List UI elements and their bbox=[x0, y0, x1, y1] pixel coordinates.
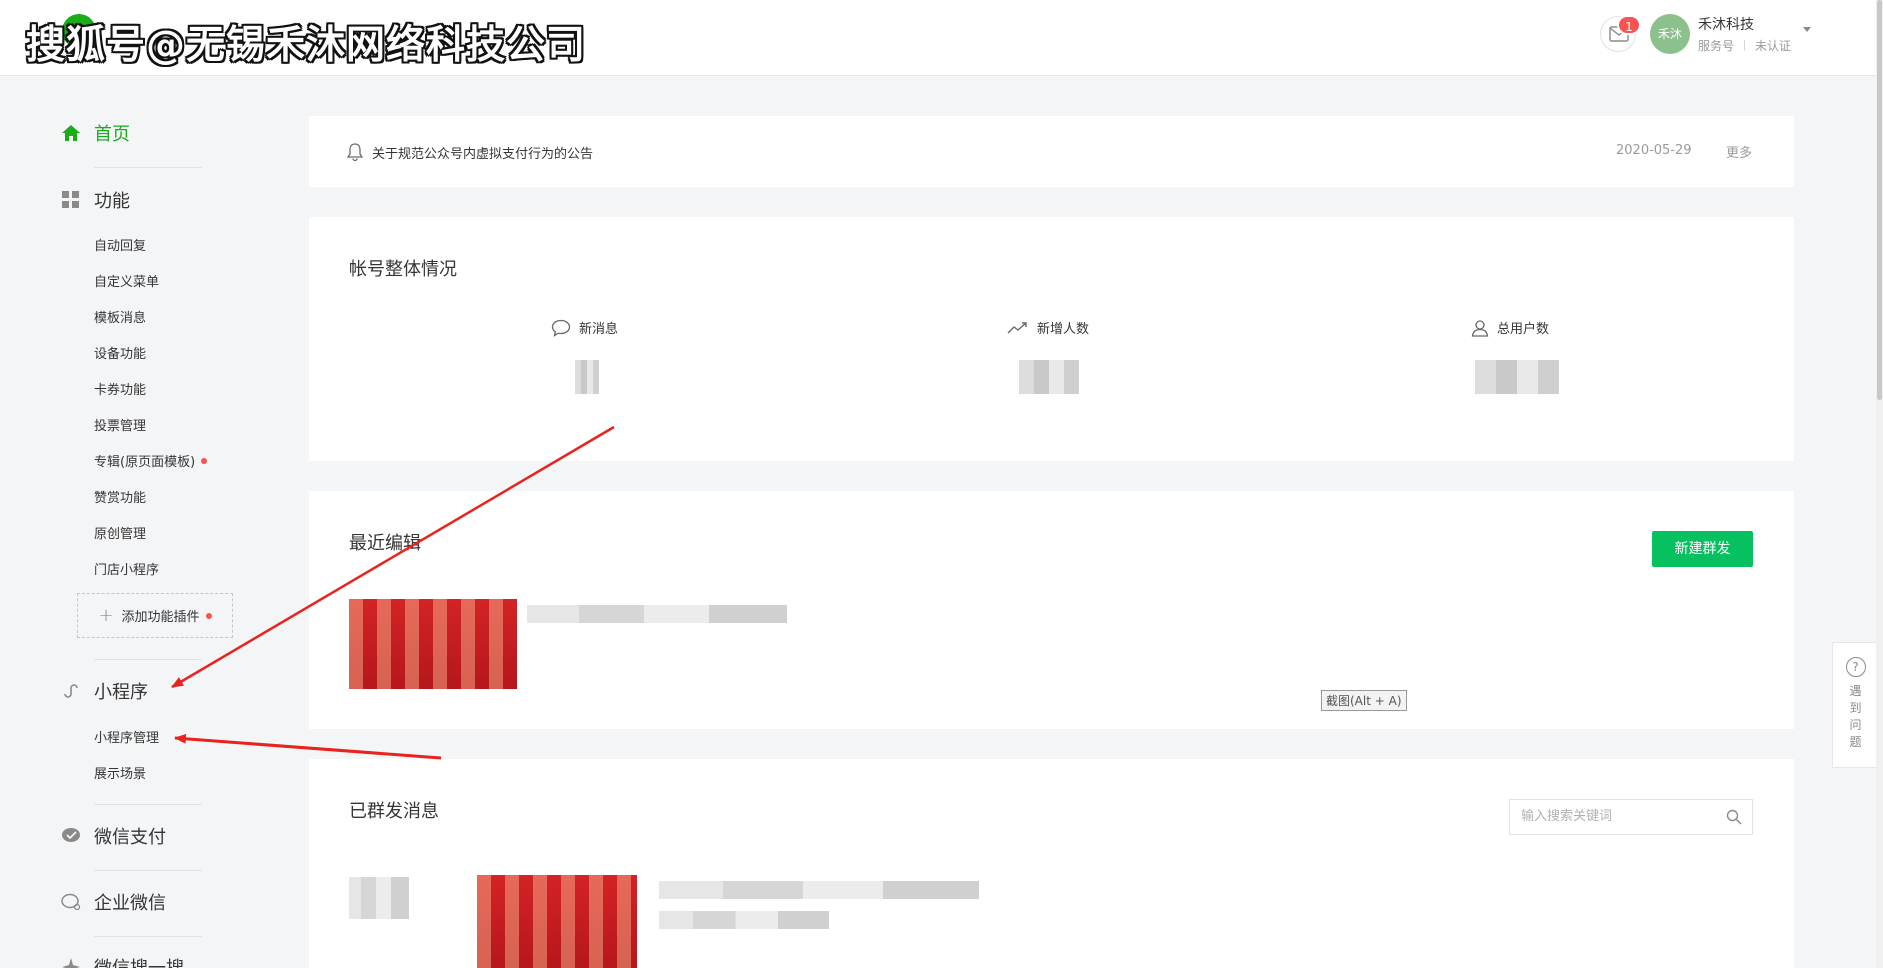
sidebar-item-device[interactable]: 设备功能 bbox=[94, 343, 146, 362]
stat-value-redacted bbox=[1019, 360, 1079, 394]
stat-value-redacted bbox=[575, 360, 599, 394]
sidebar-item-cards[interactable]: 卡券功能 bbox=[94, 379, 146, 398]
help-icon: ? bbox=[1845, 657, 1866, 677]
nav-home-label: 首页 bbox=[94, 124, 130, 145]
sidebar-item-album-label: 专辑(原页面模板) bbox=[94, 455, 196, 470]
sidebar-item-display-scenes[interactable]: 展示场景 bbox=[94, 763, 146, 782]
new-dot bbox=[205, 612, 212, 619]
sidebar-item-custom-menu[interactable]: 自定义菜单 bbox=[94, 271, 159, 290]
add-plugin-label: 添加功能插件 bbox=[121, 610, 200, 625]
nav-divider bbox=[94, 870, 202, 871]
sidebar-item-miniprogram-manage[interactable]: 小程序管理 bbox=[94, 727, 159, 746]
home-icon bbox=[60, 122, 82, 144]
stat-new-messages[interactable]: 新消息 bbox=[551, 318, 711, 394]
date-redacted bbox=[349, 877, 409, 919]
sent-article-meta-redacted bbox=[659, 911, 829, 929]
feedback-tab[interactable]: ? 遇到问题 bbox=[1832, 642, 1878, 768]
unread-badge: 1 bbox=[1617, 15, 1641, 35]
overview-title: 帐号整体情况 bbox=[349, 259, 457, 280]
recent-title: 最近编辑 bbox=[349, 533, 421, 554]
sent-messages-card: 已群发消息 输入搜索关键词 bbox=[309, 759, 1794, 968]
nav-wecom-label: 企业微信 bbox=[94, 893, 166, 914]
chat-bubble-icon bbox=[551, 319, 571, 337]
notice-bar: 关于规范公众号内虚拟支付行为的公告 2020-05-29 更多 bbox=[309, 116, 1794, 187]
stat-total-users[interactable]: 总用户数 bbox=[1471, 318, 1631, 394]
notice-more-link[interactable]: 更多 bbox=[1726, 142, 1752, 161]
user-icon bbox=[1471, 319, 1489, 337]
trend-up-icon bbox=[1007, 321, 1027, 333]
grid-icon bbox=[60, 189, 82, 211]
nav-functions-label: 功能 bbox=[94, 191, 130, 212]
sent-article-thumbnail[interactable] bbox=[477, 875, 637, 968]
notice-date: 2020-05-29 bbox=[1616, 143, 1692, 158]
sidebar-item-original[interactable]: 原创管理 bbox=[94, 523, 146, 542]
recent-edits-card: 最近编辑 新建群发 截图(Alt + A) bbox=[309, 491, 1794, 729]
screenshot-tooltip: 截图(Alt + A) bbox=[1321, 690, 1407, 711]
nav-divider bbox=[94, 659, 202, 660]
stat-label: 新消息 bbox=[579, 322, 619, 337]
account-status: 未认证 bbox=[1755, 39, 1792, 53]
top-bar: 搜狐号@无锡禾沐网络科技公司 1 禾沐 禾沐科技 服务号 未认证 bbox=[0, 0, 1883, 76]
wechat-pay-icon bbox=[60, 825, 82, 847]
account-overview-card: 帐号整体情况 新消息 新增人数 总用户数 bbox=[309, 217, 1794, 461]
sparkle-icon bbox=[60, 956, 82, 968]
nav-functions[interactable]: 功能 bbox=[60, 187, 130, 213]
sidebar-item-auto-reply[interactable]: 自动回复 bbox=[94, 235, 146, 254]
notice-link[interactable]: 关于规范公众号内虚拟支付行为的公告 bbox=[372, 143, 593, 162]
nav-home[interactable]: 首页 bbox=[60, 120, 130, 146]
sent-title: 已群发消息 bbox=[349, 801, 439, 822]
nav-miniprogram[interactable]: 小程序 bbox=[60, 678, 148, 704]
meta-divider bbox=[1744, 40, 1746, 51]
account-meta: 服务号 未认证 bbox=[1698, 37, 1791, 54]
account-type: 服务号 bbox=[1698, 39, 1735, 53]
sidebar-item-reward[interactable]: 赞赏功能 bbox=[94, 487, 146, 506]
wecom-icon bbox=[60, 891, 82, 913]
stat-label: 新增人数 bbox=[1037, 322, 1090, 337]
new-broadcast-button[interactable]: 新建群发 bbox=[1652, 531, 1753, 567]
article-title-redacted[interactable] bbox=[527, 605, 787, 623]
nav-divider bbox=[94, 804, 202, 805]
account-dropdown-icon[interactable] bbox=[1803, 27, 1811, 32]
nav-wechat-pay-label: 微信支付 bbox=[94, 827, 166, 848]
sidebar-item-template-message[interactable]: 模板消息 bbox=[94, 307, 146, 326]
plus-icon: + bbox=[98, 605, 114, 626]
stat-value-redacted bbox=[1475, 360, 1559, 394]
stat-label: 总用户数 bbox=[1497, 322, 1550, 337]
article-thumbnail[interactable] bbox=[349, 599, 517, 689]
sidebar-item-album[interactable]: 专辑(原页面模板) bbox=[94, 451, 208, 470]
nav-wecom[interactable]: 企业微信 bbox=[60, 889, 166, 915]
nav-wechat-pay[interactable]: 微信支付 bbox=[60, 823, 166, 849]
nav-search-label: 微信搜一搜 bbox=[94, 954, 184, 968]
miniprogram-icon bbox=[60, 680, 82, 702]
sidebar-item-voting[interactable]: 投票管理 bbox=[94, 415, 146, 434]
sent-article-title-redacted[interactable] bbox=[659, 881, 979, 899]
new-dot bbox=[201, 458, 208, 464]
feedback-label: 遇到问题 bbox=[1849, 684, 1862, 749]
add-plugin-button[interactable]: + 添加功能插件 bbox=[77, 593, 233, 638]
stat-new-followers[interactable]: 新增人数 bbox=[1007, 318, 1167, 394]
avatar[interactable]: 禾沐 bbox=[1650, 14, 1690, 54]
sidebar-item-store-miniprogram[interactable]: 门店小程序 bbox=[94, 559, 159, 578]
scrollbar-thumb[interactable] bbox=[1877, 0, 1882, 400]
search-input[interactable]: 输入搜索关键词 bbox=[1509, 799, 1753, 835]
watermark-text: 搜狐号@无锡禾沐网络科技公司 bbox=[26, 23, 587, 68]
nav-search[interactable]: 微信搜一搜 bbox=[60, 954, 184, 968]
search-icon bbox=[1726, 809, 1742, 825]
bell-icon bbox=[347, 143, 363, 161]
nav-divider bbox=[94, 167, 202, 168]
search-placeholder: 输入搜索关键词 bbox=[1521, 809, 1613, 824]
nav-miniprogram-label: 小程序 bbox=[94, 682, 148, 703]
account-name[interactable]: 禾沐科技 bbox=[1698, 14, 1754, 34]
sidebar: 首页 功能 自动回复 自定义菜单 模板消息 设备功能 卡券功能 投票管理 专辑(… bbox=[0, 76, 290, 968]
nav-divider bbox=[94, 936, 202, 937]
